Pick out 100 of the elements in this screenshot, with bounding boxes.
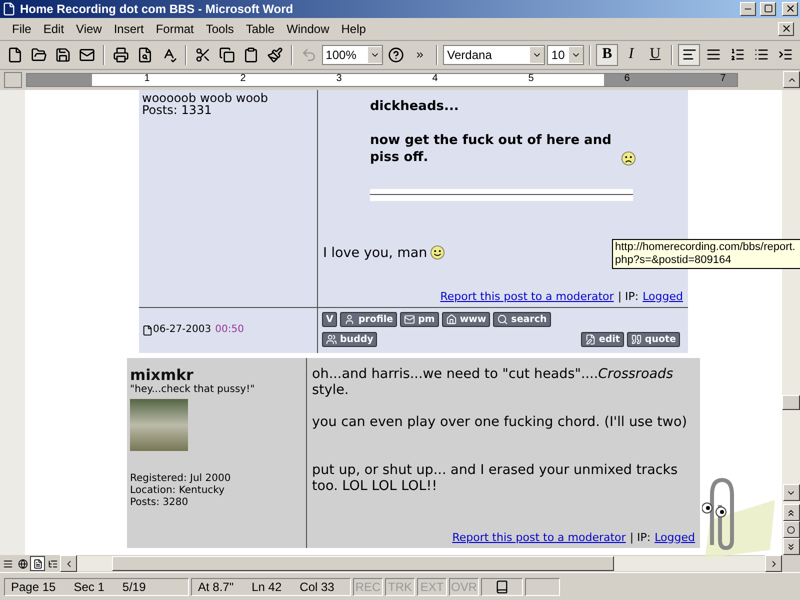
edit-button[interactable]: edit (580, 332, 624, 347)
status-text: 5/19 (122, 580, 146, 594)
close-document-button[interactable] (778, 22, 794, 36)
quote-icon (630, 334, 642, 345)
user-info: Registered: Jul 2000 (130, 472, 232, 485)
menu-item[interactable]: Insert (108, 20, 150, 38)
restore-icon (764, 4, 772, 14)
envelope-icon (79, 46, 95, 63)
menu-item[interactable]: Edit (37, 20, 70, 38)
ruler-number: 7 (720, 72, 726, 84)
post-text: dickheads... (369, 98, 460, 115)
zoom-dropdown[interactable]: 100% (322, 44, 384, 65)
italic-button[interactable]: I (620, 44, 642, 66)
ruler-number: 6 (624, 72, 630, 84)
ip-label: | IP: (618, 290, 639, 303)
menu-item[interactable]: File (6, 20, 38, 38)
user-info: Posts: 3280 (130, 496, 190, 509)
status-text: Col 33 (300, 580, 334, 594)
close-button[interactable] (782, 2, 798, 16)
scissors-icon (194, 46, 211, 63)
previous-page-button[interactable] (782, 504, 800, 522)
tooltip-text: php?s=&postid=809164 (615, 254, 732, 267)
window-title: Home Recording dot com BBS - Microsoft Word (20, 2, 294, 16)
person-icon (344, 314, 356, 325)
menu-item[interactable]: Help (335, 20, 372, 38)
quote-button[interactable]: quote (626, 332, 680, 347)
status-text: Sec 1 (74, 580, 104, 594)
circle-icon (787, 526, 795, 534)
outline-icon (48, 558, 58, 569)
people-icon (326, 334, 337, 345)
new-document-icon (7, 46, 23, 63)
bullet-list-icon (754, 47, 769, 62)
align-left-button[interactable] (678, 44, 700, 66)
search-icon (497, 314, 508, 325)
web-view-button[interactable] (15, 556, 30, 572)
scroll-left-button[interactable] (60, 555, 77, 572)
username: mixmkr (130, 366, 194, 384)
print-view-button[interactable] (30, 556, 45, 572)
angry-face-icon (621, 150, 636, 166)
scroll-down-button[interactable] (782, 484, 800, 502)
scrollbar-thumb[interactable] (782, 394, 800, 410)
tooltip-text: http://homerecording.com/bbs/report. (615, 240, 796, 254)
status-text: Ln 42 (252, 580, 282, 594)
ip-label: | IP: (630, 530, 651, 544)
user-info: Posts: 1331 (142, 104, 213, 116)
align-left-icon (682, 47, 697, 62)
user-info: Location: Kentucky (130, 484, 226, 497)
font-size-dropdown[interactable]: 10 (547, 44, 584, 65)
logged-link[interactable]: Logged (654, 530, 695, 544)
page-icon (142, 324, 153, 336)
underline-button[interactable]: U (644, 44, 666, 66)
post-time: 00:50 (215, 324, 244, 336)
menu-item[interactable]: Format (150, 20, 200, 38)
tab-stop-selector[interactable] (4, 72, 22, 88)
justify-icon (706, 47, 721, 62)
bold-button[interactable]: B (596, 44, 618, 66)
scrollbar-thumb[interactable] (112, 556, 614, 572)
scroll-up-button[interactable] (783, 71, 800, 88)
close-icon (780, 23, 792, 34)
report-link[interactable]: Report this post to a moderator (440, 290, 614, 303)
scroll-right-button[interactable] (765, 555, 782, 572)
ruler-number: 5 (528, 72, 534, 84)
pencil-page-icon (584, 334, 596, 345)
minimize-button[interactable] (740, 2, 756, 16)
menu-item[interactable]: Tools (200, 20, 240, 38)
help-icon (388, 46, 404, 63)
report-link[interactable]: Report this post to a moderator (452, 530, 626, 544)
logged-link[interactable]: Logged (642, 290, 683, 303)
www-button[interactable]: www (442, 312, 490, 327)
menu-item[interactable]: View (70, 20, 108, 38)
save-icon (55, 46, 71, 63)
paintbrush-icon (266, 46, 283, 63)
double-up-arrow-icon (786, 508, 796, 518)
menu-item[interactable]: Table (240, 20, 281, 38)
user-title: "hey...check that pussy!" (130, 384, 256, 396)
pm-button[interactable]: pm (400, 312, 439, 327)
search-button[interactable]: search (493, 312, 551, 327)
status-panel (525, 578, 560, 596)
globe-icon (18, 558, 28, 569)
folder-icon (31, 46, 47, 63)
envelope-icon (404, 314, 416, 325)
browse-object-button[interactable] (782, 521, 800, 538)
v-button[interactable]: V (322, 312, 338, 327)
post-text: you can even play over one fucking chord. (I'll use two) (312, 414, 688, 430)
post-text: I love you, man (323, 244, 428, 261)
ruler-number: 1 (144, 72, 150, 84)
house-icon (446, 314, 457, 325)
double-down-arrow-icon (786, 542, 796, 552)
buddy-button[interactable]: buddy (322, 332, 378, 347)
next-page-button[interactable] (782, 538, 800, 556)
post-text: now get the fuck out of here and piss off. (370, 132, 612, 166)
book-icon (495, 580, 509, 594)
status-text: Page 15 (11, 580, 56, 594)
user-info: wooooob woob woob (142, 92, 269, 104)
menu-item[interactable]: Window (280, 20, 336, 38)
print-preview-icon (136, 46, 153, 63)
profile-button[interactable]: profile (340, 312, 398, 327)
font-dropdown[interactable]: Verdana (443, 44, 546, 65)
restore-button[interactable] (760, 2, 776, 16)
post-text: put up, or shut up... and I erased your unmixed tracks too. LOL LOL LOL!! (312, 462, 679, 494)
